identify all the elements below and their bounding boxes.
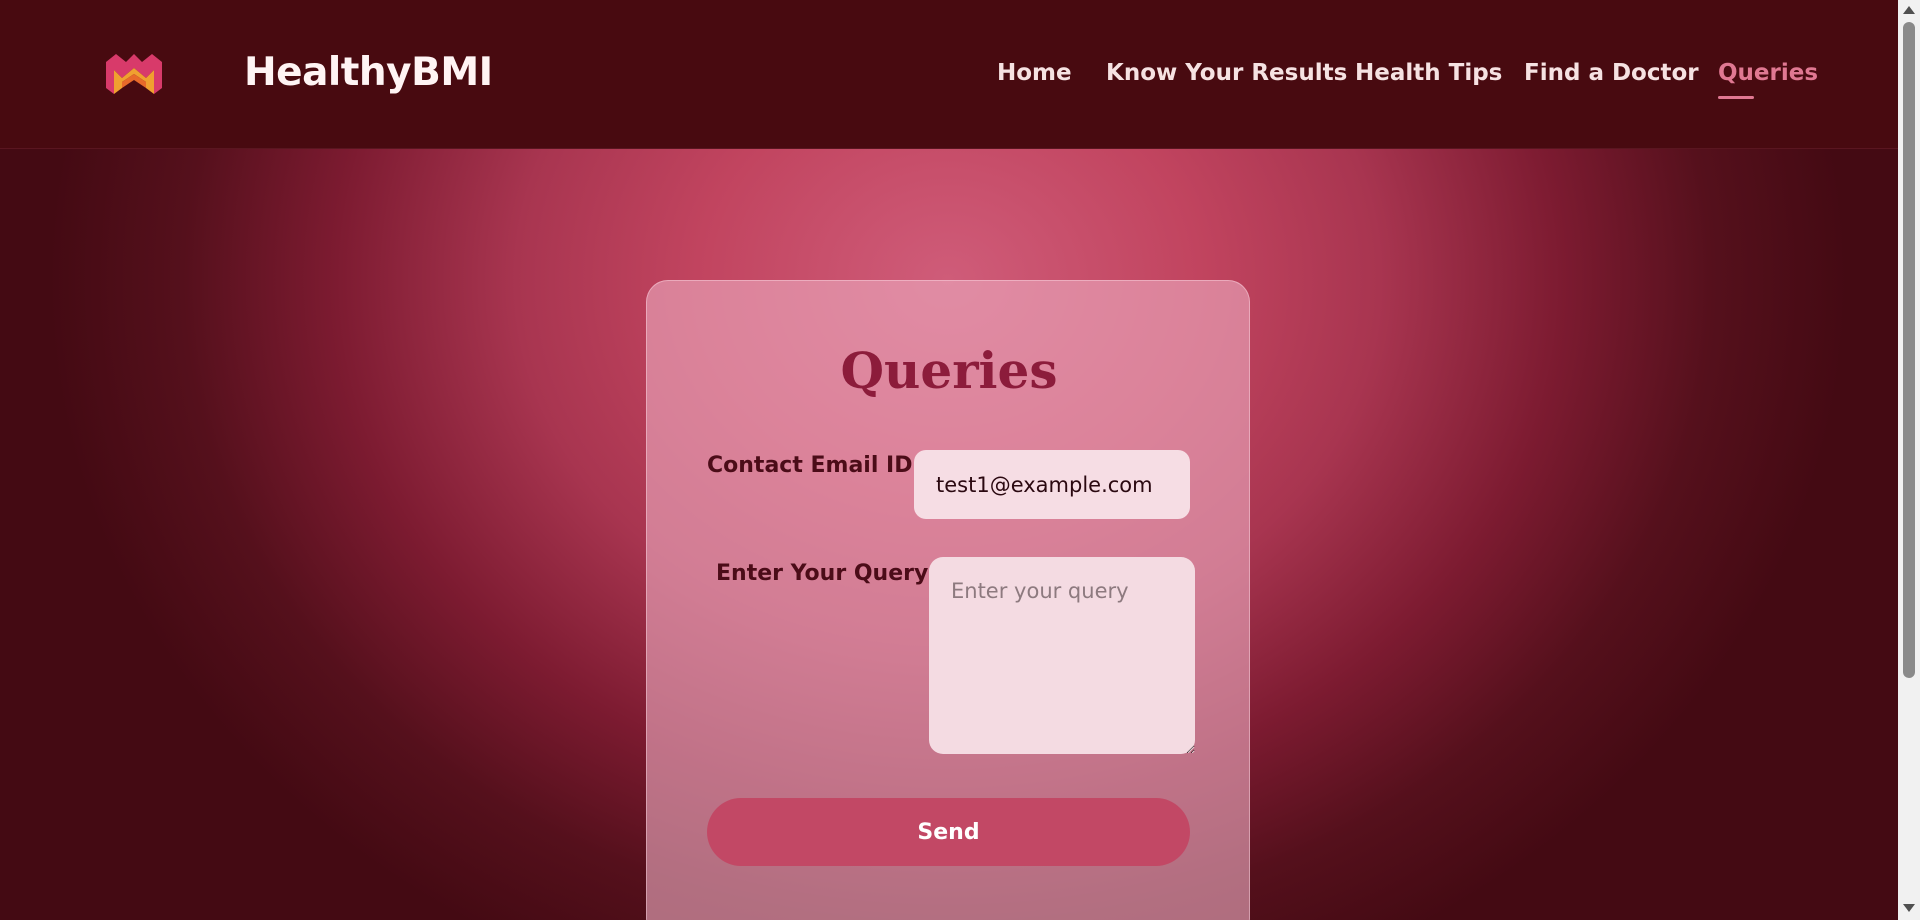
- scroll-down-icon[interactable]: [1903, 904, 1915, 912]
- vertical-scrollbar[interactable]: [1898, 0, 1920, 920]
- email-input[interactable]: [914, 450, 1190, 519]
- nav-queries[interactable]: Queries: [1718, 60, 1818, 99]
- nav-health-tips[interactable]: Health Tips: [1355, 60, 1502, 86]
- site-header: HealthyBMI Home Know Your Results Health…: [0, 0, 1898, 149]
- query-textarea[interactable]: [929, 557, 1195, 754]
- brand-name[interactable]: HealthyBMI: [244, 50, 493, 95]
- mm-logo-icon[interactable]: [104, 48, 164, 98]
- send-button[interactable]: Send: [707, 798, 1190, 866]
- nav-home[interactable]: Home: [997, 60, 1072, 86]
- scroll-up-icon[interactable]: [1903, 6, 1915, 14]
- nav-find-a-doctor[interactable]: Find a Doctor: [1524, 60, 1699, 86]
- form-title: Queries: [840, 341, 1058, 400]
- page: HealthyBMI Home Know Your Results Health…: [0, 0, 1920, 920]
- query-label: Enter Your Query: [716, 561, 929, 586]
- nav-know-your-results[interactable]: Know Your Results: [1106, 60, 1347, 86]
- email-label: Contact Email ID: [707, 453, 913, 478]
- scroll-thumb[interactable]: [1903, 22, 1915, 678]
